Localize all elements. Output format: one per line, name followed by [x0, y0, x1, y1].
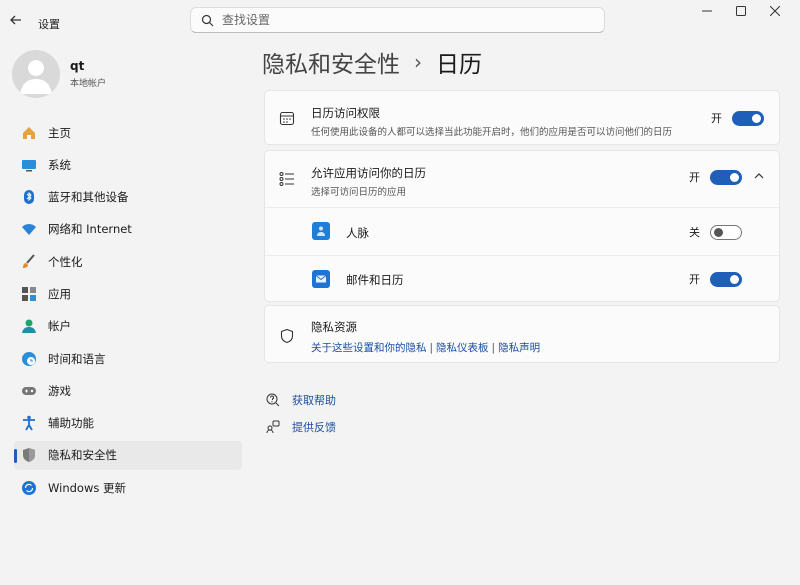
sidebar-item-label: 系统 — [48, 157, 71, 172]
sidebar-item-label: 帐户 — [48, 319, 71, 334]
user-profile[interactable]: qt 本地帐户 — [12, 50, 106, 98]
breadcrumb-separator: › — [414, 50, 422, 74]
app-access-state-label: 开 — [689, 171, 700, 184]
calendar-access-card: 日历访问权限 任何使用此设备的人都可以选择当此功能开启时，他们的应用是否可以访问… — [264, 90, 780, 145]
calendar-access-state-label: 开 — [711, 112, 722, 125]
sidebar-item-label: 游戏 — [48, 383, 71, 398]
brush-icon — [23, 254, 35, 268]
accessibility-icon — [23, 415, 35, 431]
sidebar-nav: 主页 系统 蓝牙和其他设备 网络和 Internet 个性化 应用 帐户 时间和… — [14, 118, 242, 506]
sidebar-item-windows-update[interactable]: Windows 更新 — [14, 473, 242, 502]
monitor-icon — [22, 159, 36, 172]
apps-icon — [22, 286, 36, 301]
sidebar-item-label: 隐私和安全性 — [48, 448, 117, 463]
sidebar-item-gaming[interactable]: 游戏 — [14, 376, 242, 405]
avatar — [12, 50, 60, 98]
shield-icon — [23, 448, 35, 463]
breadcrumb: 隐私和安全性 › 日历 — [262, 45, 482, 79]
account-icon — [22, 319, 36, 334]
help-chat-icon — [266, 393, 280, 407]
app-access-toggle[interactable] — [710, 169, 742, 185]
app-state-label: 关 — [689, 226, 700, 239]
calendar-access-title: 日历访问权限 — [311, 106, 380, 120]
app-name: 邮件和日历 — [346, 273, 404, 287]
page-title: 日历 — [436, 52, 482, 78]
search-box[interactable] — [190, 7, 605, 33]
app-access-card: 允许应用访问你的日历 选择可访问日历的应用 开 人脉 关 邮件和日历 开 — [264, 150, 780, 302]
people-app-toggle[interactable] — [710, 224, 742, 240]
feedback-label: 提供反馈 — [292, 421, 336, 434]
profile-name: qt — [70, 59, 85, 73]
sidebar-item-accounts[interactable]: 帐户 — [14, 312, 242, 341]
sidebar-item-time-language[interactable]: 时间和语言 — [14, 344, 242, 373]
minimize-button[interactable] — [690, 0, 724, 22]
back-button[interactable] — [8, 12, 28, 32]
clock-globe-icon — [22, 351, 36, 366]
search-icon — [201, 14, 214, 26]
sidebar-item-label: 时间和语言 — [48, 351, 106, 366]
calendar-access-description: 任何使用此设备的人都可以选择当此功能开启时，他们的应用是否可以访问他们的日历 — [311, 127, 673, 138]
feedback-icon — [266, 420, 280, 434]
app-name: 人脉 — [346, 226, 369, 240]
gamepad-icon — [22, 386, 36, 395]
sidebar-item-apps[interactable]: 应用 — [14, 279, 242, 308]
sidebar-item-label: 网络和 Internet — [48, 222, 132, 237]
sidebar-item-label: 辅助功能 — [48, 416, 94, 431]
bluetooth-icon — [24, 190, 34, 205]
title-bar: 设置 — [0, 0, 800, 44]
mail-app-icon — [312, 270, 330, 288]
calendar-access-toggle[interactable] — [732, 110, 764, 126]
sidebar-item-system[interactable]: 系统 — [14, 150, 242, 179]
app-access-description: 选择可访问日历的应用 — [311, 187, 407, 198]
people-app-icon — [312, 222, 330, 240]
maximize-button[interactable] — [724, 0, 758, 22]
collapse-button[interactable] — [753, 170, 765, 185]
profile-account-type: 本地帐户 — [70, 79, 107, 89]
update-icon — [22, 480, 36, 495]
privacy-resources-title: 隐私资源 — [311, 320, 357, 334]
calendar-icon — [279, 111, 295, 126]
app-state-label: 开 — [689, 273, 700, 286]
shield-outline-icon — [280, 328, 294, 344]
minimize-icon — [702, 10, 712, 12]
list-icon — [279, 172, 294, 186]
sidebar-item-label: 主页 — [48, 125, 71, 140]
privacy-dashboard-link[interactable]: 隐私仪表板 — [436, 342, 489, 354]
home-icon — [23, 126, 35, 139]
sidebar-item-label: 个性化 — [48, 254, 83, 269]
sidebar-item-label: 应用 — [48, 286, 71, 301]
sidebar-item-privacy-security[interactable]: 隐私和安全性 — [14, 440, 242, 470]
privacy-resources-card: 隐私资源 关于这些设置和你的隐私 | 隐私仪表板 | 隐私声明 — [264, 305, 780, 363]
sidebar-item-home[interactable]: 主页 — [14, 118, 242, 147]
search-input[interactable] — [222, 13, 582, 27]
feedback-link[interactable]: 提供反馈 — [266, 419, 336, 435]
maximize-icon — [736, 6, 746, 16]
sidebar-item-label: 蓝牙和其他设备 — [48, 190, 129, 205]
window-title: 设置 — [38, 18, 60, 31]
arrow-left-icon — [10, 15, 21, 25]
close-icon — [770, 6, 780, 16]
privacy-settings-link[interactable]: 关于这些设置和你的隐私 — [311, 342, 427, 354]
breadcrumb-parent[interactable]: 隐私和安全性 — [262, 45, 400, 79]
app-row-people: 人脉 关 — [265, 208, 779, 255]
app-access-header[interactable]: 允许应用访问你的日历 选择可访问日历的应用 开 — [265, 151, 779, 207]
sidebar-item-label: Windows 更新 — [48, 480, 126, 495]
sidebar-item-personalization[interactable]: 个性化 — [14, 247, 242, 276]
sidebar-item-bluetooth[interactable]: 蓝牙和其他设备 — [14, 183, 242, 212]
wifi-icon — [22, 224, 36, 236]
get-help-link[interactable]: 获取帮助 — [266, 392, 336, 408]
sidebar-item-network[interactable]: 网络和 Internet — [14, 215, 242, 244]
get-help-label: 获取帮助 — [292, 394, 336, 407]
user-silhouette-icon — [20, 60, 52, 94]
chevron-up-icon — [754, 173, 764, 179]
app-access-title: 允许应用访问你的日历 — [311, 166, 426, 180]
privacy-statement-link[interactable]: 隐私声明 — [498, 342, 540, 354]
app-row-mail-calendar: 邮件和日历 开 — [265, 256, 779, 302]
close-button[interactable] — [758, 0, 792, 22]
mail-calendar-app-toggle[interactable] — [710, 271, 742, 287]
sidebar-item-accessibility[interactable]: 辅助功能 — [14, 409, 242, 438]
